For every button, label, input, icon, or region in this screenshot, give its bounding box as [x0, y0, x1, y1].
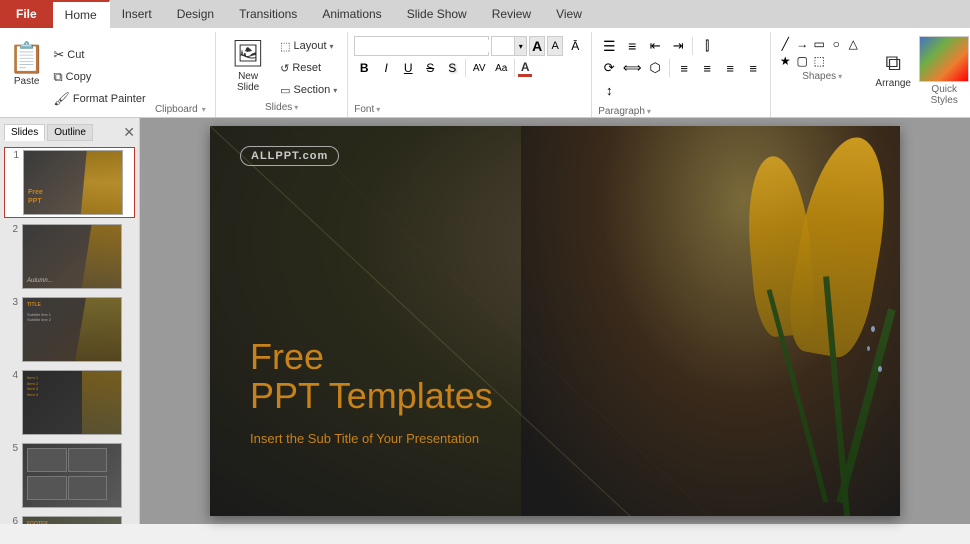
shape-more-icon[interactable]: ⬚: [811, 53, 827, 69]
panel-close-button[interactable]: ✕: [123, 124, 135, 141]
tab-transitions[interactable]: Transitions: [227, 0, 310, 28]
shadow-button[interactable]: S: [442, 58, 462, 78]
shape-circle-icon[interactable]: ○: [828, 36, 844, 52]
clear-formatting-button[interactable]: Ā: [565, 36, 585, 56]
char-spacing-button[interactable]: AV: [469, 58, 489, 78]
layout-arrow-icon: ▾: [330, 42, 334, 51]
italic-button[interactable]: I: [376, 58, 396, 78]
clipboard-expand-icon[interactable]: ▾: [202, 105, 206, 114]
paste-button[interactable]: 📋 Paste: [6, 32, 47, 98]
shape-triangle-icon[interactable]: △: [845, 36, 861, 52]
align-left-button[interactable]: ≡: [673, 58, 695, 78]
columns-button[interactable]: ⫿: [696, 36, 718, 56]
slide-thumb-2[interactable]: 2 Autumn...: [4, 222, 135, 291]
reset-button[interactable]: ↺ Reset: [276, 58, 341, 78]
slide-title[interactable]: Free PPT Templates: [250, 337, 493, 416]
slide-thumb-4[interactable]: 4 Item 1Item 2Item 3Item 4: [4, 368, 135, 437]
justify-button[interactable]: ≡: [742, 58, 764, 78]
font-size-input[interactable]: 12: [492, 40, 514, 52]
slide-thumb-6[interactable]: 6 FOOTER Running person silhouette: [4, 514, 135, 524]
slide-panel: Slides Outline ✕ 1 FreePPT 2 Autumn... 3: [0, 118, 140, 524]
arrange-button[interactable]: ⧉ Arrange: [871, 36, 915, 102]
quick-styles-grid[interactable]: [919, 36, 969, 82]
font-expand-icon[interactable]: ▾: [376, 105, 380, 114]
tab-design[interactable]: Design: [165, 0, 227, 28]
slide-thumb-5[interactable]: 5: [4, 441, 135, 510]
strikethrough-button[interactable]: S: [420, 58, 440, 78]
slides-expand-icon[interactable]: ▾: [294, 103, 298, 112]
decrease-indent-button[interactable]: ⇤: [644, 36, 666, 56]
panel-tab-outline[interactable]: Outline: [47, 124, 93, 141]
tab-file[interactable]: File: [0, 0, 53, 28]
flower-image: [521, 126, 901, 516]
numbering-button[interactable]: ≡: [621, 36, 643, 56]
bullets-button[interactable]: ☰: [598, 36, 620, 56]
slide-subtitle[interactable]: Insert the Sub Title of Your Presentatio…: [250, 431, 479, 446]
slide-thumb-1[interactable]: 1 FreePPT: [4, 147, 135, 218]
tab-slideshow[interactable]: Slide Show: [395, 0, 480, 28]
paragraph-expand-icon[interactable]: ▾: [647, 107, 651, 116]
tab-review[interactable]: Review: [480, 0, 544, 28]
bold-button[interactable]: B: [354, 58, 374, 78]
shape-arrow-icon[interactable]: →: [794, 36, 810, 52]
font-name-selector[interactable]: Calibri ▾: [354, 36, 489, 56]
line-spacing-button[interactable]: ↕: [598, 80, 620, 100]
convert-smartart-button[interactable]: ⬡: [644, 58, 666, 78]
align-text-button[interactable]: ⟺: [621, 58, 643, 78]
change-case-button[interactable]: Aa: [491, 58, 511, 78]
slide-thumb-3[interactable]: 3 TITLE Subtitle line 1Subtitle line 2: [4, 295, 135, 364]
copy-button[interactable]: ⧉ Copy: [49, 67, 149, 87]
canvas-area: ALLPPT.com Free PPT Templates Insert the…: [140, 118, 970, 524]
shape-line-icon[interactable]: ╱: [777, 36, 793, 52]
slide-watermark: ALLPPT.com: [240, 146, 339, 166]
tab-view[interactable]: View: [544, 0, 595, 28]
shapes-arrow-icon[interactable]: ▾: [838, 72, 842, 81]
align-center-button[interactable]: ≡: [696, 58, 718, 78]
font-size-dropdown-icon[interactable]: ▾: [514, 37, 526, 55]
tab-animations[interactable]: Animations: [310, 0, 394, 28]
layout-button[interactable]: ⬚ Layout ▾: [276, 36, 341, 56]
main-slide[interactable]: ALLPPT.com Free PPT Templates Insert the…: [210, 126, 900, 516]
font-grow-button[interactable]: A: [529, 36, 545, 56]
tab-home[interactable]: Home: [53, 0, 110, 28]
panel-tab-slides[interactable]: Slides: [4, 124, 45, 141]
font-shrink-button[interactable]: A: [547, 36, 563, 56]
shape-star-icon[interactable]: ★: [777, 53, 793, 69]
section-arrow-icon: ▾: [333, 86, 337, 95]
shape-callout-icon[interactable]: ▢: [794, 53, 810, 69]
text-direction-button[interactable]: ⟳: [598, 58, 620, 78]
section-button[interactable]: ▭ Section ▾: [276, 80, 341, 100]
shape-rect-icon[interactable]: ▭: [811, 36, 827, 52]
increase-indent-button[interactable]: ⇥: [667, 36, 689, 56]
format-painter-button[interactable]: 🖌 Format Painter: [49, 89, 149, 109]
new-slide-button[interactable]: 🖼 NewSlide: [222, 32, 274, 98]
cut-button[interactable]: ✂ Cut: [49, 45, 149, 65]
font-size-selector[interactable]: 12 ▾: [491, 36, 527, 56]
font-color-button[interactable]: A: [518, 60, 532, 77]
align-right-button[interactable]: ≡: [719, 58, 741, 78]
font-name-input[interactable]: Calibri: [355, 40, 503, 52]
underline-button[interactable]: U: [398, 58, 418, 78]
tab-insert[interactable]: Insert: [110, 0, 165, 28]
